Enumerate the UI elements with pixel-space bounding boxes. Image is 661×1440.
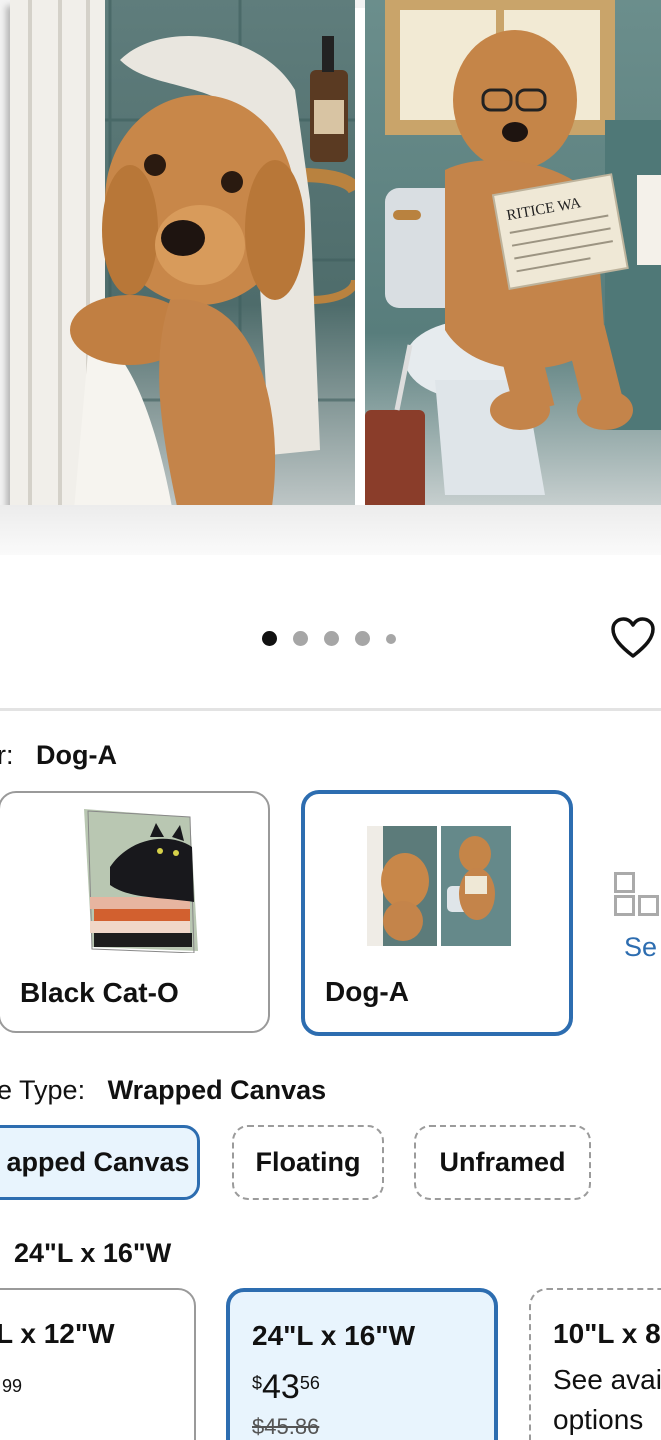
size-option-24x16[interactable]: 24"L x 16"W $4356 $45.86 xyxy=(226,1288,498,1440)
size-option-was-price: $45.86 xyxy=(252,1414,320,1439)
size-option-10x8[interactable]: 10"L x 8" See avai options xyxy=(529,1288,661,1440)
size-selected-value: 24"L x 16"W xyxy=(14,1238,172,1268)
size-option-title: L x 12"W xyxy=(0,1318,115,1349)
frame-option-wrapped-canvas[interactable]: apped Canvas xyxy=(0,1125,200,1200)
price-dollars: 43 xyxy=(262,1368,300,1406)
frame-option-label: Floating xyxy=(255,1147,361,1177)
availability-line-2: options xyxy=(553,1404,644,1435)
product-image-carousel[interactable]: RITICE WA xyxy=(0,0,661,555)
canvas-gap xyxy=(355,8,365,555)
frame-option-label: Unframed xyxy=(439,1147,566,1177)
dog-reading-newspaper-illustration: RITICE WA xyxy=(365,0,661,510)
size-label-row: 24"L x 16"W xyxy=(14,1238,171,1269)
style-label-row: r: Dog-A xyxy=(0,740,117,771)
carousel-indicators xyxy=(262,631,412,646)
product-image-panel-right: RITICE WA xyxy=(365,0,661,555)
size-option-title: 10"L x 8" xyxy=(553,1318,661,1349)
hero-floor-reflection xyxy=(0,505,661,555)
dog-in-shower-illustration xyxy=(10,0,355,555)
carousel-dot-4[interactable] xyxy=(355,631,370,646)
product-image-panel-left xyxy=(10,0,355,555)
style-option-name: Black Cat-O xyxy=(20,977,179,1008)
size-option-availability: See avai options xyxy=(553,1360,661,1440)
frame-type-label: e Type: xyxy=(0,1075,86,1105)
grid-icon xyxy=(614,872,659,916)
style-label: r: xyxy=(0,740,14,770)
style-option-name: Dog-A xyxy=(325,976,409,1007)
carousel-dot-2[interactable] xyxy=(293,631,308,646)
see-more-styles[interactable]: Se xyxy=(614,866,661,966)
black-cat-thumbnail xyxy=(84,809,198,953)
favorite-heart-icon[interactable] xyxy=(610,616,656,660)
size-option-12w[interactable]: L x 12"W 99 xyxy=(0,1288,196,1440)
style-option-dog-a[interactable]: Dog-A xyxy=(301,790,573,1036)
see-more-link[interactable]: Se xyxy=(624,932,657,963)
carousel-dot-1[interactable] xyxy=(262,631,277,646)
section-divider xyxy=(0,708,661,711)
price-cents: 56 xyxy=(299,1373,320,1393)
size-option-price-cents: 99 xyxy=(2,1376,23,1396)
style-selected-value: Dog-A xyxy=(36,740,117,770)
size-option-price: $4356 xyxy=(252,1368,320,1407)
frame-option-unframed[interactable]: Unframed xyxy=(414,1125,591,1200)
carousel-dot-5[interactable] xyxy=(386,633,396,644)
size-option-title: 24"L x 16"W xyxy=(252,1320,415,1351)
price-currency: $ xyxy=(252,1373,263,1393)
carousel-dot-3[interactable] xyxy=(324,631,339,646)
frame-type-selected-value: Wrapped Canvas xyxy=(107,1075,327,1105)
availability-line-1: See avai xyxy=(553,1364,661,1395)
frame-option-label: apped Canvas xyxy=(6,1147,190,1177)
style-option-black-cat[interactable]: Black Cat-O xyxy=(0,791,270,1033)
frame-option-floating[interactable]: Floating xyxy=(232,1125,384,1200)
dog-a-thumbnail xyxy=(367,826,511,946)
frame-type-label-row: e Type: Wrapped Canvas xyxy=(0,1075,326,1106)
